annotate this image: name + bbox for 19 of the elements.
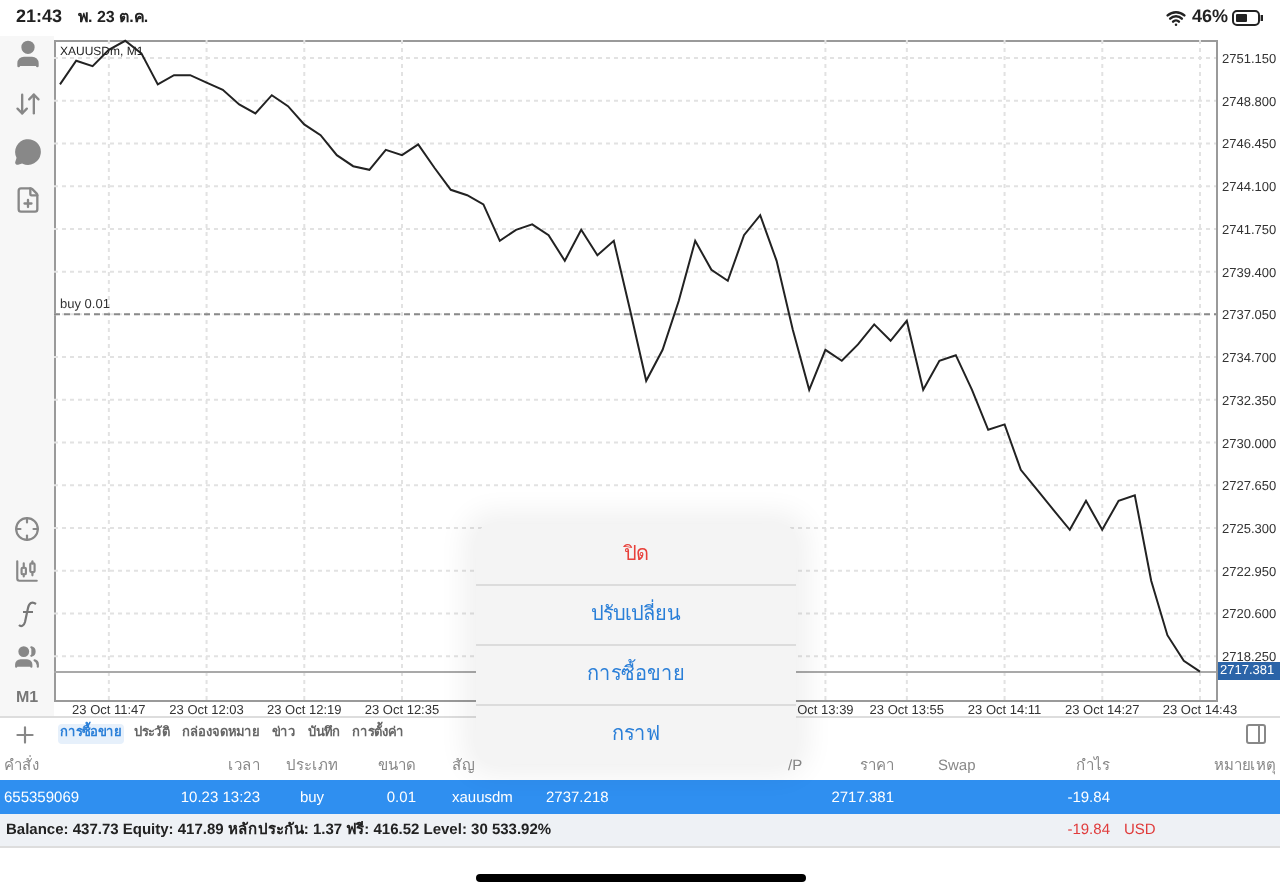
function-icon[interactable] [17,600,37,628]
trade-arrows-icon[interactable] [13,90,41,118]
menu-item[interactable]: การซื้อขาย [476,644,796,704]
status-time: 21:43 [16,4,63,31]
battery-icon [1232,10,1264,26]
menu-item[interactable]: ปรับเปลี่ยน [476,584,796,644]
candlestick-icon[interactable] [14,558,40,584]
status-date: พ. 23 ต.ค. [78,6,149,30]
timeframe-button[interactable]: M1 [15,686,39,710]
chat-icon[interactable] [13,138,41,166]
menu-item[interactable]: ปิด [476,524,796,584]
crosshair-icon[interactable] [14,516,40,542]
battery-percent: 46% [1191,4,1228,31]
users-icon[interactable] [14,644,40,670]
layout-icon[interactable] [1244,722,1268,746]
new-document-icon[interactable] [13,186,41,214]
add-icon[interactable] [12,721,38,747]
wifi-icon [1165,8,1186,28]
account-icon[interactable] [11,38,43,70]
